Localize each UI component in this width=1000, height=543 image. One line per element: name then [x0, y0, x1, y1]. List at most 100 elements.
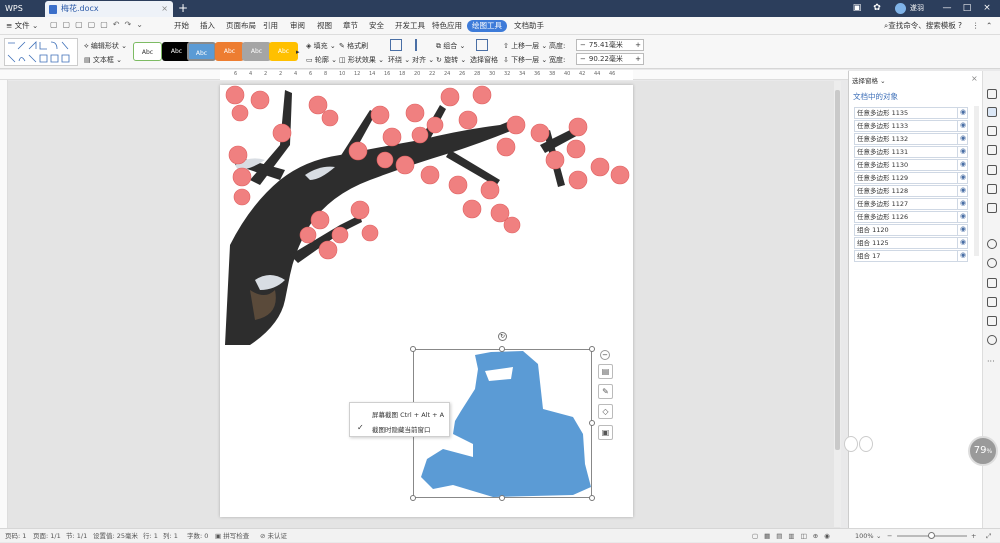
download-icon[interactable]	[987, 335, 997, 345]
avatar[interactable]	[895, 3, 906, 14]
menu-page-layout[interactable]: 页面布局	[226, 17, 256, 35]
list-item[interactable]: 任意多边形 1126 ◉	[854, 211, 968, 223]
text-box-button[interactable]: ▤ 文本框 ⌄	[84, 55, 122, 65]
new-tab-button[interactable]: +	[178, 0, 188, 17]
close-window-button[interactable]: ×	[980, 0, 994, 17]
menu-special[interactable]: 特色应用	[432, 17, 462, 35]
menu-item-hide-window[interactable]: 截图时隐藏当前窗口	[372, 424, 431, 434]
fill-bucket-icon[interactable]: ◇	[598, 404, 613, 419]
menu-developer[interactable]: 开发工具	[395, 17, 425, 35]
height-field[interactable]: −75.41毫米 +	[576, 39, 644, 51]
select-cursor-icon[interactable]	[987, 107, 997, 117]
view-mode-icons[interactable]: ▢▦▤▥◫⊕◉	[752, 529, 836, 543]
edit-icon[interactable]	[987, 89, 997, 99]
layout-icon[interactable]: ▣	[850, 0, 864, 17]
close-tab-icon[interactable]: ×	[161, 1, 168, 17]
menu-item-screenshot[interactable]: 屏幕截图 Ctrl + Alt + A	[372, 409, 444, 419]
height-increase[interactable]: +	[635, 40, 641, 50]
resize-handle-nw[interactable]	[410, 346, 416, 352]
list-item[interactable]: 任意多边形 1129 ◉	[854, 172, 968, 184]
rotate-button[interactable]: ↻ 旋转 ⌄	[436, 55, 466, 65]
zoom-out-button[interactable]: −	[887, 529, 892, 543]
list-item[interactable]: 任意多边形 1127 ◉	[854, 198, 968, 210]
close-pane-icon[interactable]: ×	[971, 74, 978, 83]
eye-icon[interactable]: ◉	[957, 159, 968, 171]
list-item[interactable]: 组合 1120 ◉	[854, 224, 968, 236]
group-button[interactable]: ⧉ 组合 ⌄	[436, 41, 465, 51]
lock-icon[interactable]	[987, 165, 997, 175]
properties-icon[interactable]	[987, 145, 997, 155]
shape-effect-button[interactable]: ◫ 形状效果 ⌄	[339, 55, 384, 65]
list-item[interactable]: 任意多边形 1128 ◉	[854, 185, 968, 197]
zoom-in-button[interactable]: +	[971, 529, 976, 543]
shapes-icon[interactable]	[987, 126, 997, 136]
resize-handle-ne[interactable]	[589, 346, 595, 352]
eye-icon[interactable]: ◉	[957, 120, 968, 132]
shape-gallery[interactable]	[4, 38, 78, 66]
collapse-ribbon-icon[interactable]: ⌃	[986, 17, 992, 35]
menu-doc-assistant[interactable]: 文档助手	[514, 17, 544, 35]
edit-shape-button[interactable]: ⟡ 编辑形状 ⌄	[84, 41, 127, 51]
align-button[interactable]: 对齐 ⌄	[412, 55, 434, 65]
style-preset-4[interactable]: Abc	[215, 42, 244, 61]
menu-security[interactable]: 安全	[369, 17, 384, 35]
skin-icon[interactable]: ✿	[870, 0, 884, 17]
style-preset-1[interactable]: Abc	[133, 42, 162, 61]
resize-handle-n[interactable]	[499, 346, 505, 352]
outline-button[interactable]: ▭ 轮廓 ⌄	[306, 55, 337, 65]
menu-review[interactable]: 审阅	[290, 17, 305, 35]
style-more-icon[interactable]: ▸	[296, 48, 300, 56]
menu-start[interactable]: 开始	[174, 17, 189, 35]
zoom-slider-thumb[interactable]	[928, 532, 935, 539]
list-item[interactable]: 任意多边形 1131 ◉	[854, 146, 968, 158]
list-item[interactable]: 任意多边形 1135 ◉	[854, 107, 968, 119]
menu-drawing-tools[interactable]: 绘图工具	[467, 20, 507, 32]
fit-window-icon[interactable]: ⤢	[986, 529, 991, 543]
eye-icon[interactable]: ◉	[957, 211, 968, 223]
eye-icon[interactable]: ◉	[957, 172, 968, 184]
selection-pane-title[interactable]: 选择窗格 ⌄	[852, 75, 886, 85]
width-field[interactable]: −90.22毫米 +	[576, 53, 644, 65]
resize-handle-sw[interactable]	[410, 495, 416, 501]
status-word-count[interactable]: 字数: 0	[187, 529, 208, 543]
height-decrease[interactable]: −	[577, 41, 589, 49]
quick-access-toolbar[interactable]: ▢▢▢▢▢↶↷⌄	[50, 20, 160, 32]
file-menu[interactable]: ≡ 文件 ⌄	[6, 17, 38, 35]
rotate-handle-icon[interactable]: ↻	[498, 332, 507, 341]
list-item[interactable]: 任意多边形 1133 ◉	[854, 120, 968, 132]
pen-icon[interactable]: ✎	[598, 384, 613, 399]
document-tab[interactable]: 梅花.docx ×	[45, 1, 173, 17]
image-icon[interactable]	[987, 316, 997, 326]
list-item[interactable]: 任意多边形 1132 ◉	[854, 133, 968, 145]
resize-handle-s[interactable]	[499, 495, 505, 501]
style-preset-3[interactable]: Abc	[187, 42, 216, 61]
maximize-button[interactable]: □	[960, 0, 974, 17]
eye-icon[interactable]: ◉	[957, 133, 968, 145]
list-icon[interactable]	[987, 278, 997, 288]
document-icon[interactable]	[987, 184, 997, 194]
menu-view[interactable]: 视图	[317, 17, 332, 35]
style-preset-6[interactable]: Abc	[269, 42, 298, 61]
width-decrease[interactable]: −	[577, 55, 589, 63]
more-icon[interactable]: ⋮	[972, 17, 980, 35]
layout-options-icon[interactable]: ▤	[598, 364, 613, 379]
eye-icon[interactable]: ◉	[957, 185, 968, 197]
outline-style-icon[interactable]: ▣	[598, 425, 613, 440]
collapse-icon[interactable]: −	[600, 350, 610, 360]
bookmark-icon[interactable]	[987, 203, 997, 213]
selection-pane-button[interactable]: 选择窗格	[470, 55, 498, 65]
format-brush-button[interactable]: ✎ 格式刷	[339, 41, 368, 51]
performance-badge[interactable]: 79%	[968, 436, 998, 466]
zoom-dropdown-icon[interactable]: ⌄	[876, 529, 881, 543]
list-item[interactable]: 组合 17 ◉	[854, 250, 968, 262]
list-item[interactable]: 组合 1125 ◉	[854, 237, 968, 249]
resize-handle-e[interactable]	[589, 420, 595, 426]
command-search[interactable]: ⌕查找命令、搜索模板	[884, 17, 956, 35]
menu-reference[interactable]: 引用	[263, 17, 278, 35]
share-icon[interactable]	[987, 297, 997, 307]
spell-check-button[interactable]: ▣ 拼写检查	[215, 529, 249, 543]
history-icon[interactable]	[987, 258, 997, 268]
zoom-level[interactable]: 100%	[855, 529, 874, 543]
wrap-button[interactable]: 环绕 ⌄	[388, 55, 410, 65]
eye-icon[interactable]: ◉	[957, 224, 968, 236]
